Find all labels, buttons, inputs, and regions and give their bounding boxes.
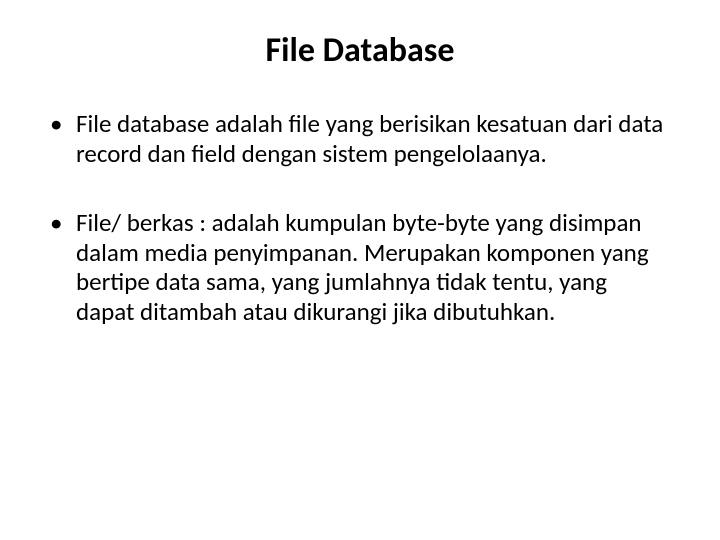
slide-title: File Database xyxy=(50,30,670,71)
bullet-list: File database adalah file yang berisikan… xyxy=(50,109,670,326)
list-item: File database adalah file yang berisikan… xyxy=(50,109,670,168)
list-item: File/ berkas : adalah kumpulan byte-byte… xyxy=(50,208,670,326)
